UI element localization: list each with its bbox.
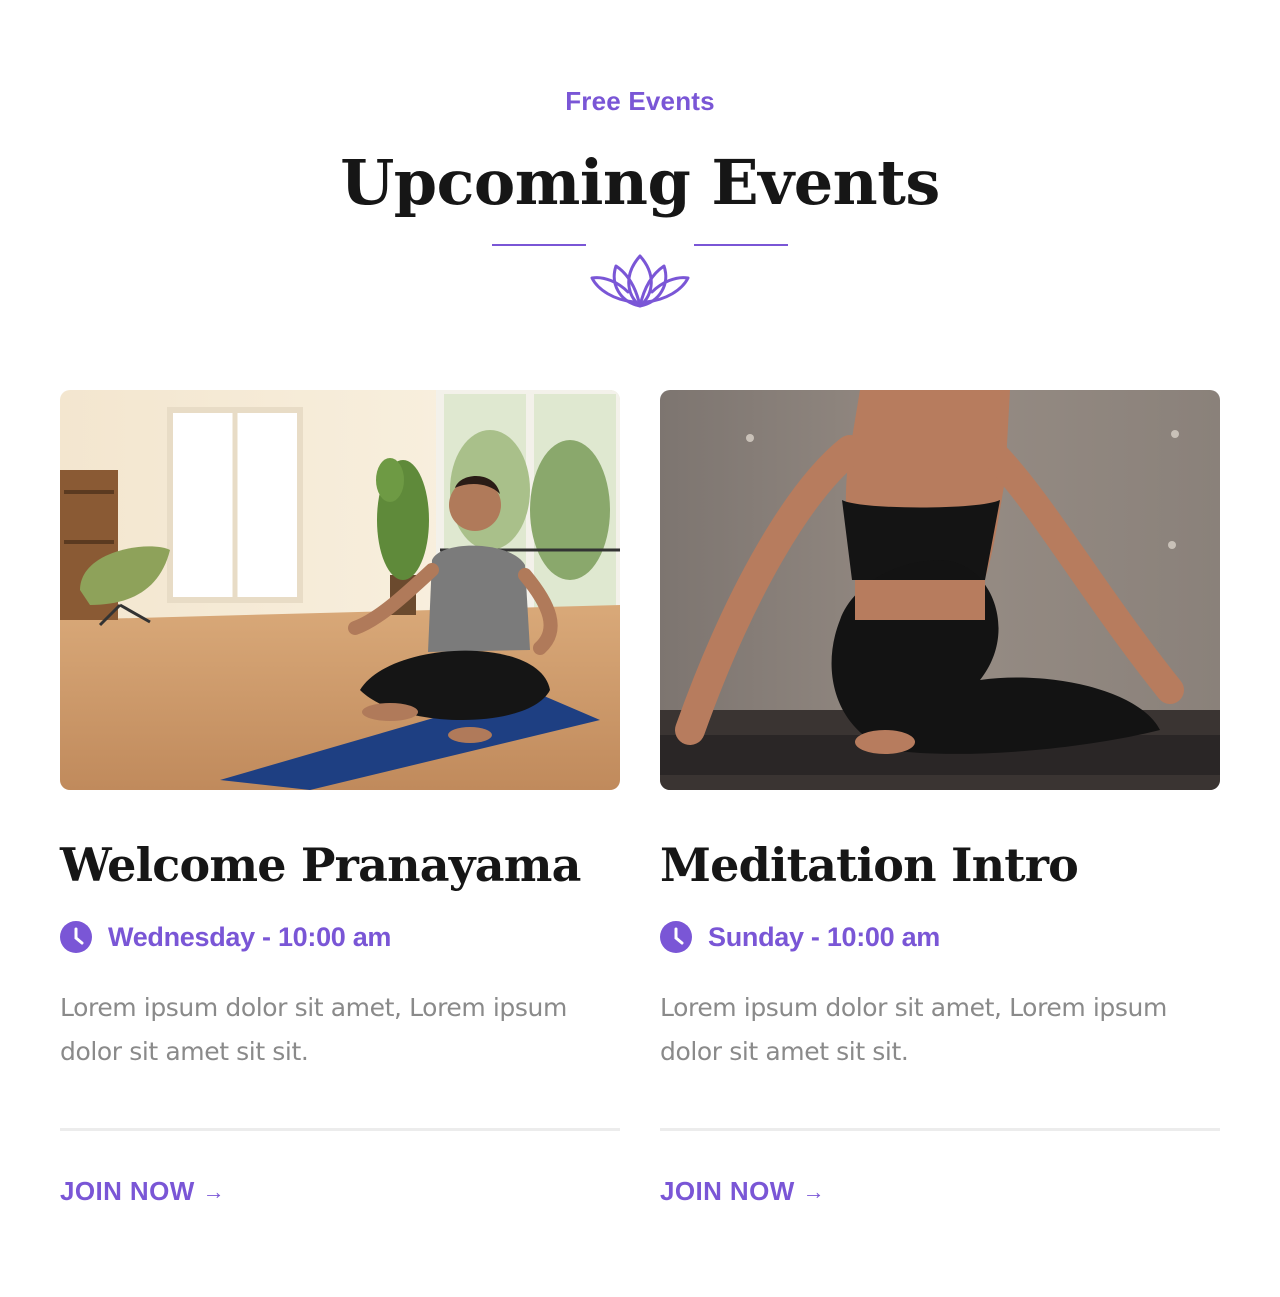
event-card-welcome-pranayama: Welcome Pranayama Wednesday - 10:00 am L… [60, 390, 620, 1206]
event-card-meditation-intro: Meditation Intro Sunday - 10:00 am Lorem… [660, 390, 1220, 1206]
event-schedule: Wednesday - 10:00 am [60, 920, 391, 954]
page-title: Upcoming Events [340, 146, 940, 219]
event-schedule-text: Wednesday - 10:00 am [108, 921, 392, 952]
event-schedule: Sunday - 10:00 am [660, 920, 940, 954]
event-description: Lorem ipsum dolor sit amet, Lorem ipsum … [60, 993, 567, 1066]
arrow-right-icon: → [202, 1178, 226, 1204]
event-image[interactable] [660, 390, 1220, 790]
event-schedule-text: Sunday - 10:00 am [708, 921, 940, 952]
event-description: Lorem ipsum dolor sit amet, Lorem ipsum … [660, 993, 1167, 1066]
join-now-label: JOIN NOW [60, 1176, 195, 1206]
meditation-photo-icon [60, 390, 620, 790]
clock-icon [60, 921, 92, 953]
clock-icon [660, 921, 692, 953]
join-now-label: JOIN NOW [660, 1176, 795, 1206]
event-image[interactable] [60, 390, 620, 790]
section-eyebrow: Free Events [565, 86, 715, 116]
arrow-right-icon: → [802, 1178, 826, 1204]
event-title: Meditation Intro [660, 838, 1079, 892]
card-divider [60, 1128, 620, 1131]
card-divider [660, 1128, 1220, 1131]
join-now-link[interactable]: JOIN NOW → [60, 1176, 225, 1207]
lotus-icon [586, 244, 694, 308]
join-now-link[interactable]: JOIN NOW → [660, 1176, 825, 1207]
yoga-twist-photo-icon [660, 390, 1220, 790]
event-title: Welcome Pranayama [60, 838, 581, 892]
